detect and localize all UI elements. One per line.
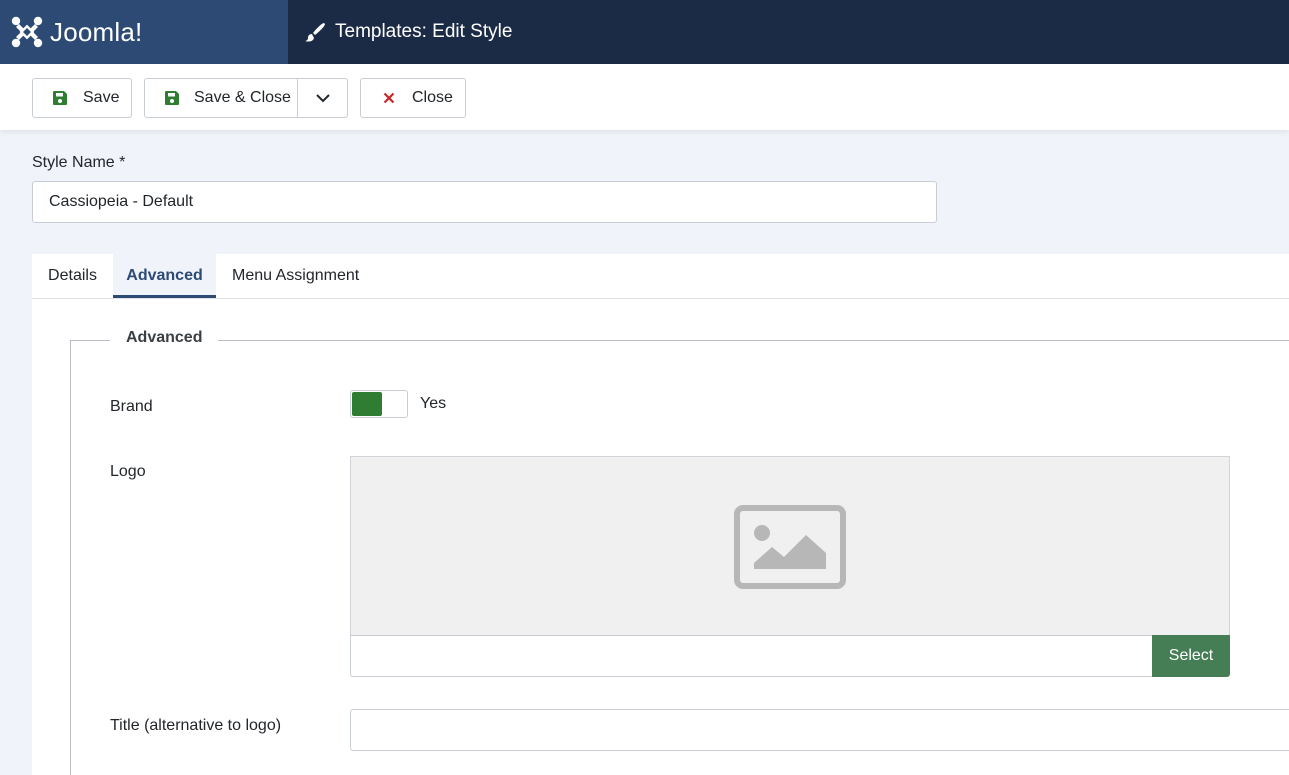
close-label: Close [412,89,453,106]
save-close-button[interactable]: Save & Close [145,79,299,117]
paint-brush-icon [305,23,325,42]
tab-advanced[interactable]: Advanced [113,254,216,298]
logo-label: Logo [110,463,146,480]
page-title-area: Templates: Edit Style [288,0,512,64]
logo-path-input[interactable] [350,635,1153,677]
joomla-logo-icon [11,16,43,48]
style-name-label: Style Name * [32,154,126,171]
page-title: Templates: Edit Style [335,21,513,42]
image-placeholder-icon [734,504,846,589]
brand-logo[interactable]: Joomla! [0,0,288,64]
save-close-label: Save & Close [194,89,291,106]
chevron-down-icon [315,94,330,103]
floppy-disk-icon [164,90,180,106]
brand-label: Brand [110,398,153,415]
save-options-dropdown[interactable] [298,79,347,117]
floppy-disk-icon [52,90,68,106]
brand-name: Joomla! [50,16,143,47]
toolbar: Save Save & Close Close [0,64,1289,130]
fieldset-legend: Advanced [110,329,219,347]
toggle-knob [352,392,382,416]
tab-menu-assignment[interactable]: Menu Assignment [216,254,375,298]
save-close-button-group: Save & Close [144,78,348,118]
brand-toggle-value: Yes [420,395,447,412]
logo-select-button[interactable]: Select [1152,635,1230,677]
top-header: Joomla! Templates: Edit Style [0,0,1289,64]
close-x-icon [381,90,397,106]
close-button[interactable]: Close [360,78,466,118]
save-label: Save [83,89,120,106]
brand-toggle[interactable] [350,390,408,418]
logo-preview [350,456,1230,636]
advanced-panel: Advanced Brand Yes Logo Select Title (al… [32,299,1289,775]
tab-details[interactable]: Details [32,254,113,298]
title-input[interactable] [350,709,1289,751]
title-label: Title (alternative to logo) [110,717,282,734]
tab-bar: Details Advanced Menu Assignment [32,254,1289,299]
save-button[interactable]: Save [32,78,132,118]
style-name-input[interactable]: Cassiopeia - Default [32,181,937,223]
